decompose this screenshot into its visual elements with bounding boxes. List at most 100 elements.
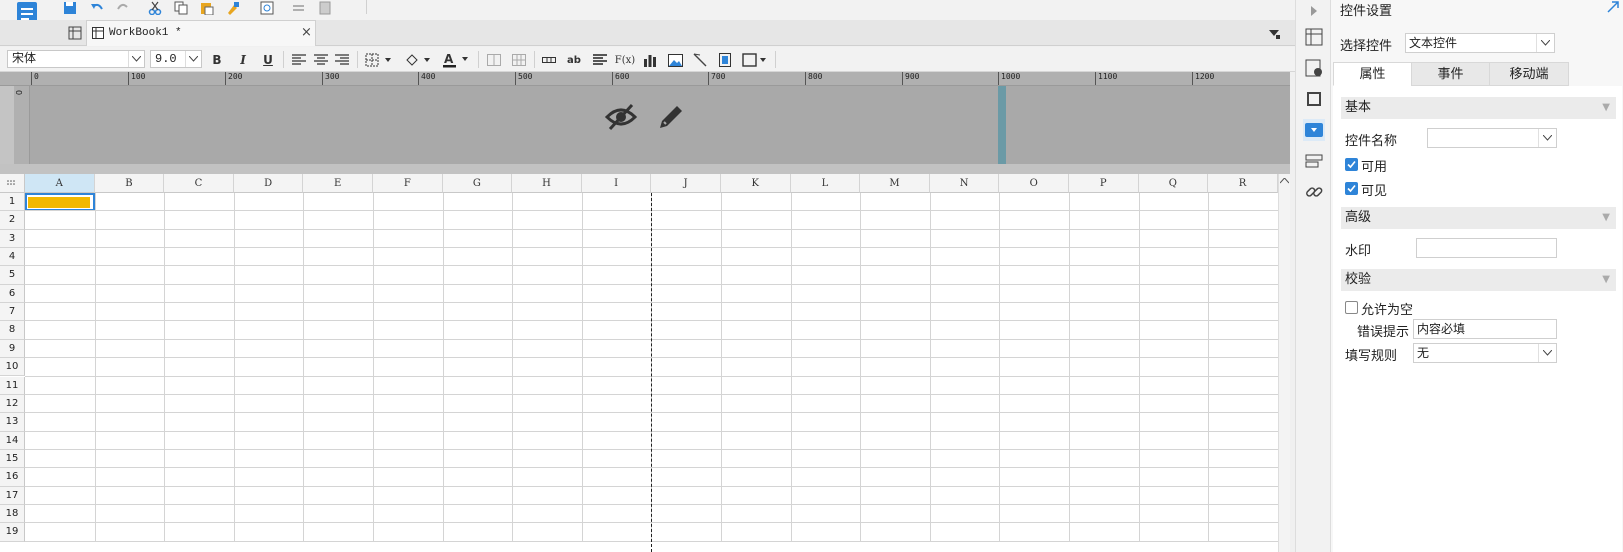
align-right-icon[interactable] xyxy=(333,51,351,69)
row-header[interactable]: 14 xyxy=(0,431,25,450)
column-header[interactable]: R xyxy=(1208,174,1278,193)
column-header[interactable]: C xyxy=(164,174,234,193)
row-header[interactable]: 4 xyxy=(0,248,25,267)
tab-mobile[interactable]: 移动端 xyxy=(1489,62,1569,86)
section-advanced[interactable]: 高级 ▼ xyxy=(1341,207,1616,229)
link-icon[interactable] xyxy=(1303,181,1325,203)
allow-empty-checkbox[interactable] xyxy=(1345,301,1358,314)
condition-attr-icon[interactable] xyxy=(1303,57,1325,79)
layer-icon[interactable] xyxy=(1303,150,1325,172)
row-header[interactable]: 6 xyxy=(0,284,25,304)
column-header[interactable]: L xyxy=(790,174,861,193)
row-header[interactable]: 16 xyxy=(0,468,25,487)
align-left-icon[interactable] xyxy=(290,51,308,69)
formula-button[interactable]: F(x) xyxy=(614,51,636,69)
border-dropdown-icon[interactable] xyxy=(364,51,394,69)
row-header[interactable]: 11 xyxy=(0,376,25,395)
column-header[interactable]: E xyxy=(303,174,373,193)
visible-checkbox[interactable] xyxy=(1345,182,1358,195)
column-header[interactable]: I xyxy=(581,174,652,193)
font-size-select[interactable]: 9.0 xyxy=(150,50,202,68)
merge-cells-icon[interactable] xyxy=(485,51,503,69)
image-icon[interactable] xyxy=(666,51,684,69)
column-header[interactable]: M xyxy=(860,174,930,193)
column-header[interactable]: H xyxy=(512,174,582,193)
chevron-up-icon[interactable] xyxy=(1280,178,1289,184)
fill-rule-select[interactable]: 无 xyxy=(1413,343,1557,363)
swap-icon[interactable] xyxy=(290,0,308,16)
row-header[interactable]: 12 xyxy=(0,394,25,414)
column-header[interactable]: Q xyxy=(1138,174,1209,193)
expand-arrow-icon[interactable] xyxy=(1303,0,1325,22)
widget-name-input[interactable] xyxy=(1427,128,1557,148)
grid-menu-icon[interactable] xyxy=(66,24,84,42)
row-header[interactable]: 17 xyxy=(0,486,25,505)
undo-icon[interactable] xyxy=(88,0,106,16)
workbook-tab[interactable]: WorkBook1 * × xyxy=(86,20,316,46)
row-header[interactable]: 8 xyxy=(0,321,25,340)
widget-icon[interactable] xyxy=(716,51,734,69)
tab-events[interactable]: 事件 xyxy=(1411,62,1490,86)
widget-type-select[interactable]: 文本控件 xyxy=(1405,33,1555,53)
spreadsheet-grid[interactable]: A B C D E F G H I J K L M N O P Q R 1 2 3 4 5 6 7 8 9 10 11 12 13 14 15 1… xyxy=(0,174,1278,552)
widget-settings-icon[interactable] xyxy=(1303,119,1325,141)
section-validation[interactable]: 校验 ▼ xyxy=(1341,269,1616,291)
column-header[interactable]: O xyxy=(999,174,1069,193)
copy-icon[interactable] xyxy=(172,0,190,16)
italic-button[interactable]: I xyxy=(234,51,252,69)
row-header[interactable]: 9 xyxy=(0,339,25,359)
tab-properties[interactable]: 属性 xyxy=(1333,62,1412,86)
cut-icon[interactable] xyxy=(146,0,164,16)
chart-icon[interactable] xyxy=(641,51,659,69)
watermark-input[interactable] xyxy=(1416,238,1557,258)
vertical-scrollbar[interactable] xyxy=(1278,174,1290,552)
enabled-checkbox[interactable] xyxy=(1345,158,1358,171)
export-icon[interactable] xyxy=(316,0,334,16)
selected-cell-outline[interactable] xyxy=(25,193,95,211)
row-header[interactable]: 15 xyxy=(0,449,25,469)
column-header[interactable]: P xyxy=(1069,174,1139,193)
row-header[interactable]: 3 xyxy=(0,229,25,249)
expand-corner-icon[interactable] xyxy=(1607,1,1619,13)
align-center-icon[interactable] xyxy=(312,51,330,69)
row-header[interactable]: 18 xyxy=(0,504,25,524)
paste-icon[interactable] xyxy=(198,0,216,16)
row-header[interactable]: 2 xyxy=(0,211,25,230)
column-header[interactable]: J xyxy=(651,174,721,193)
column-header[interactable]: G xyxy=(442,174,513,193)
tab-close-icon[interactable]: × xyxy=(301,25,312,40)
eye-slash-icon[interactable] xyxy=(603,100,639,134)
redo-icon[interactable] xyxy=(114,0,132,16)
row-header[interactable]: 10 xyxy=(0,358,25,377)
font-family-select[interactable]: 宋体 xyxy=(7,50,145,68)
row-header[interactable]: 1 xyxy=(0,193,25,212)
slash-icon[interactable] xyxy=(691,51,709,69)
row-header[interactable]: 13 xyxy=(0,413,25,432)
row-header[interactable]: 7 xyxy=(0,303,25,322)
border-attr-icon[interactable] xyxy=(1303,88,1325,110)
fill-color-icon[interactable] xyxy=(403,51,433,69)
select-all-icon[interactable] xyxy=(0,174,25,193)
paragraph-icon[interactable] xyxy=(591,51,609,69)
column-header[interactable]: A xyxy=(25,174,95,193)
error-tip-input[interactable]: 内容必填 xyxy=(1413,319,1557,339)
split-cells-icon[interactable] xyxy=(510,51,528,69)
column-header[interactable]: F xyxy=(373,174,443,193)
bold-button[interactable]: B xyxy=(208,51,226,69)
font-color-icon[interactable]: A xyxy=(441,51,471,69)
text-format-button[interactable]: ab xyxy=(565,51,583,69)
column-header[interactable]: K xyxy=(721,174,791,193)
underline-button[interactable]: U xyxy=(259,51,277,69)
row-header[interactable]: 5 xyxy=(0,266,25,285)
column-header[interactable]: N xyxy=(929,174,1000,193)
column-header[interactable]: D xyxy=(233,174,304,193)
row-header[interactable]: 19 xyxy=(0,523,25,542)
section-basic[interactable]: 基本 ▼ xyxy=(1341,97,1616,119)
edit-pencil-icon[interactable] xyxy=(654,100,688,134)
border-style-dropdown-icon[interactable] xyxy=(741,51,769,69)
insert-row-icon[interactable] xyxy=(540,51,558,69)
column-header[interactable]: B xyxy=(94,174,165,193)
preview-icon[interactable] xyxy=(258,0,276,16)
format-painter-icon[interactable] xyxy=(224,0,242,16)
save-icon[interactable] xyxy=(61,0,79,16)
